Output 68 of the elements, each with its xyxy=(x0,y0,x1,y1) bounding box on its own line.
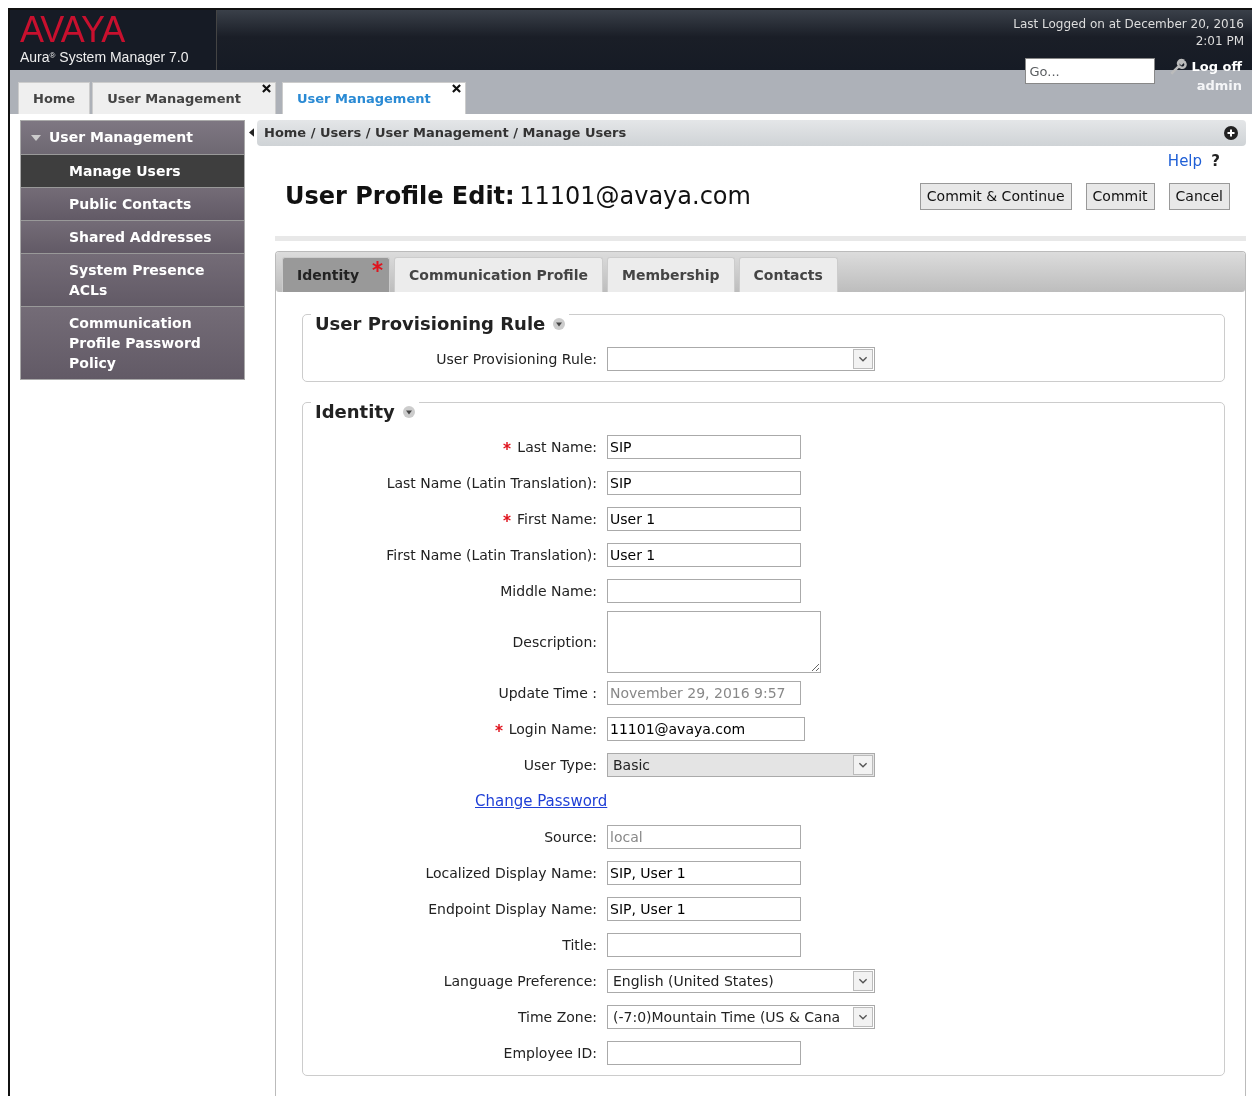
field-label: Title: xyxy=(562,936,597,953)
input-field[interactable] xyxy=(607,1041,801,1065)
sidebar-item[interactable]: Communication Profile Password Policy xyxy=(21,306,244,379)
field-label: First Name: xyxy=(517,510,597,527)
input-field[interactable]: User 1 xyxy=(607,543,801,567)
caret-icon xyxy=(853,971,873,991)
form-tab[interactable]: Contacts xyxy=(738,257,838,292)
help-icon[interactable]: ? xyxy=(1206,151,1220,170)
field-label: Source: xyxy=(544,828,597,845)
input-field[interactable] xyxy=(607,579,801,603)
input-field[interactable]: 11101@avaya.com xyxy=(607,717,805,741)
sidebar-item[interactable]: Public Contacts xyxy=(21,187,244,220)
input-field[interactable] xyxy=(607,933,801,957)
field-label: User Provisioning Rule: xyxy=(436,350,597,367)
dropdown-field[interactable] xyxy=(607,347,875,371)
caret-icon xyxy=(853,1007,873,1027)
input-field[interactable]: SIP xyxy=(607,435,801,459)
dropdown-field[interactable]: English (United States) xyxy=(607,969,875,993)
search-field[interactable]: Go... xyxy=(1025,58,1156,84)
field-label: Last Name: xyxy=(517,438,597,455)
brand-logo: AVAYA xyxy=(20,12,126,48)
field-label: Employee ID: xyxy=(503,1044,597,1061)
form-tab[interactable]: Identity xyxy=(282,257,390,292)
readonly-field[interactable]: November 29, 2016 9:57 xyxy=(607,681,801,705)
page-title-user: 11101@avaya.com xyxy=(519,182,751,210)
readonly-field[interactable]: local xyxy=(607,825,801,849)
input-field[interactable]: SIP, User 1 xyxy=(607,861,801,885)
field-label: Description: xyxy=(512,633,597,650)
last-logged-text: Last Logged on at December 20, 2016 xyxy=(1013,16,1244,33)
action-button[interactable]: Commit xyxy=(1085,182,1155,210)
tab[interactable]: User Management xyxy=(92,82,276,114)
dropdown-field[interactable]: (-7:0)Mountain Time (US & Canа xyxy=(607,1005,875,1029)
caret-icon xyxy=(853,349,873,369)
input-field[interactable]: SIP, User 1 xyxy=(607,897,801,921)
field-label: Language Preference: xyxy=(443,972,597,989)
field-label: Time Zone: xyxy=(517,1008,597,1025)
username-text: admin xyxy=(1195,77,1242,95)
last-logged-time: 2:01 PM xyxy=(1194,33,1244,50)
section-title: Identity xyxy=(315,400,395,424)
collapse-arrow-icon xyxy=(249,128,254,138)
field-label: Last Name (Latin Translation): xyxy=(386,474,597,491)
input-field[interactable]: User 1 xyxy=(607,507,801,531)
tab[interactable]: User Management xyxy=(281,82,466,114)
breadcrumb: Home / Users / User Management / Manage Users xyxy=(264,124,627,142)
add-icon xyxy=(1224,125,1238,140)
page-title: User Profile Edit: xyxy=(285,182,515,210)
sidebar-item[interactable]: System Presence ACLs xyxy=(21,253,244,306)
field-label: Middle Name: xyxy=(500,582,597,599)
field-label: Update Time : xyxy=(498,684,597,701)
field-label: Endpoint Display Name: xyxy=(428,900,597,917)
sidebar-item[interactable]: Manage Users xyxy=(21,154,244,187)
section-title: User Provisioning Rule xyxy=(315,312,546,336)
action-button[interactable]: Commit & Continue xyxy=(919,182,1072,210)
sidebar-item[interactable]: Shared Addresses xyxy=(21,220,244,253)
product-name: Aura$^{®}$ System Manager 7.0 xyxy=(20,48,190,66)
help-link[interactable]: Help xyxy=(1167,151,1203,170)
change-password-link[interactable]: Change Password xyxy=(475,791,608,810)
field-label: First Name (Latin Translation): xyxy=(386,546,597,563)
form-tab[interactable]: Communication Profile xyxy=(394,257,603,292)
field-label: Login Name: xyxy=(508,720,597,737)
action-button[interactable]: Cancel xyxy=(1168,182,1230,210)
description-field[interactable] xyxy=(607,611,821,673)
input-field[interactable]: SIP xyxy=(607,471,801,495)
field-label: User Type: xyxy=(523,756,597,773)
field-label: Localized Display Name: xyxy=(425,864,597,881)
tab[interactable]: Home xyxy=(18,82,91,114)
caret-icon xyxy=(853,755,873,775)
form-tab[interactable]: Membership xyxy=(606,257,735,292)
